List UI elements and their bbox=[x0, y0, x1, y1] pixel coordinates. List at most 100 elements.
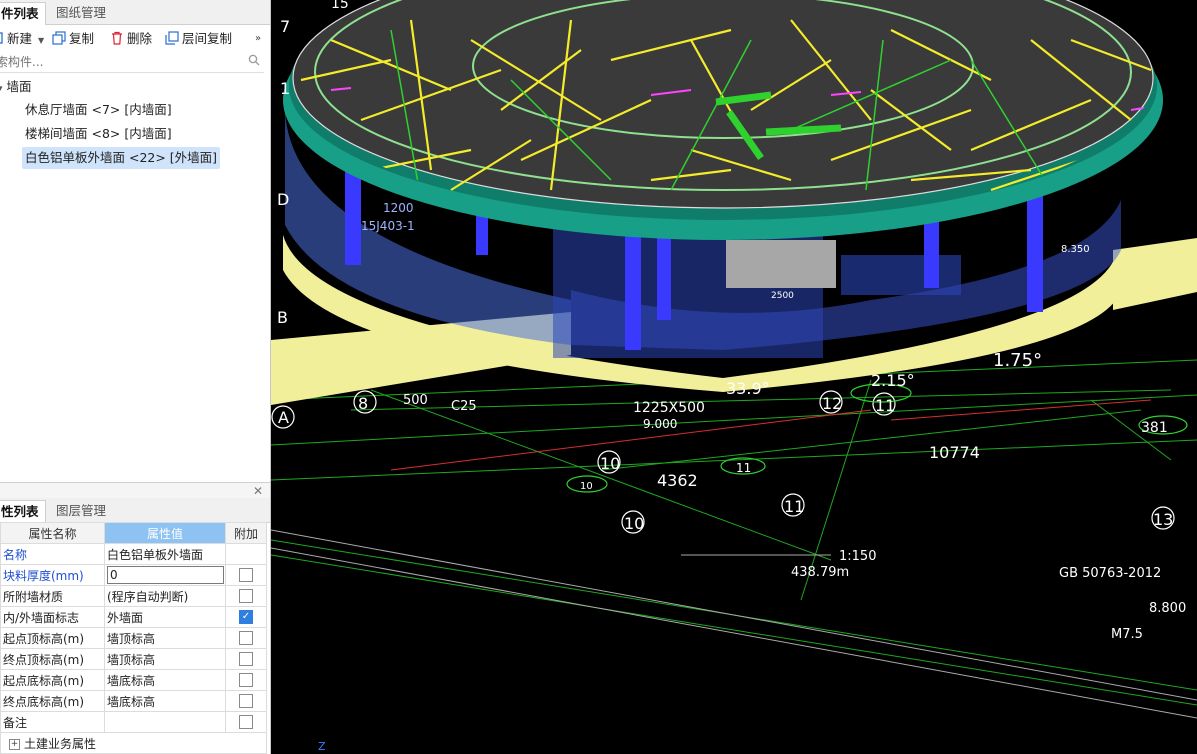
axis-label: D bbox=[277, 190, 289, 209]
tab-property-list[interactable]: 性列表 bbox=[0, 500, 46, 523]
dim-text: 15J403-1 bbox=[361, 219, 415, 233]
extra-checkbox[interactable] bbox=[239, 673, 253, 688]
prop-name: 起点底标高(m) bbox=[0, 669, 105, 691]
axis-label: 1 bbox=[280, 79, 290, 98]
new-dropdown-icon[interactable]: ▼ bbox=[38, 36, 44, 45]
table-row: 终点底标高(m) 墙底标高 bbox=[0, 690, 267, 712]
dim-text: GB 50763-2012 bbox=[1059, 566, 1161, 581]
copy-label: 复制 bbox=[69, 31, 95, 46]
dim-text: 1.75° bbox=[993, 350, 1042, 371]
prop-name: 名称 bbox=[0, 543, 105, 565]
collapse-icon[interactable]: ▾ bbox=[0, 84, 3, 94]
table-row: 名称 白色铝单板外墙面 bbox=[0, 543, 267, 565]
delete-label: 删除 bbox=[127, 31, 153, 46]
search-icon[interactable] bbox=[248, 54, 260, 66]
prop-extra-cell bbox=[225, 543, 267, 565]
tree-root-wall-surface[interactable]: ▾ 墙面 bbox=[0, 78, 32, 96]
cad-red-lines bbox=[390, 399, 1152, 471]
delete-button[interactable]: 删除 bbox=[110, 29, 152, 49]
table-row: 内/外墙面标志 外墙面 ✓ bbox=[0, 606, 267, 628]
new-button[interactable]: 新建 ▼ bbox=[0, 29, 44, 49]
thickness-input[interactable]: 0 bbox=[107, 566, 224, 584]
extra-checkbox[interactable] bbox=[239, 694, 253, 709]
prop-name: 终点底标高(m) bbox=[0, 690, 105, 712]
dim-text: 1:150 bbox=[839, 549, 876, 564]
table-row: 终点顶标高(m) 墙顶标高 bbox=[0, 648, 267, 670]
tab-drawing-management[interactable]: 图纸管理 bbox=[50, 2, 112, 24]
dim-text: 10774 bbox=[929, 443, 980, 462]
prop-group-row[interactable]: + 土建业务属性 bbox=[0, 732, 267, 754]
property-grid: 属性名称 属性值 附加 名称 白色铝单板外墙面 块料厚度(mm) 0 所附墙材质… bbox=[0, 522, 267, 754]
prop-name: 起点顶标高(m) bbox=[0, 627, 105, 649]
bubble-label: 11 bbox=[784, 497, 804, 516]
dim-text: M7.5 bbox=[1111, 627, 1143, 642]
axis-label: 7 bbox=[280, 17, 290, 36]
tab-component-list[interactable]: 件列表 bbox=[0, 2, 46, 25]
new-icon bbox=[0, 31, 4, 45]
tab-layer-management[interactable]: 图层管理 bbox=[50, 500, 112, 522]
extra-checkbox[interactable] bbox=[239, 652, 253, 667]
bubble-label: 12 bbox=[822, 394, 842, 413]
axis-label: B bbox=[277, 308, 288, 327]
prop-extra-cell bbox=[225, 564, 267, 586]
prop-extra-cell bbox=[225, 711, 267, 733]
prop-value[interactable]: 墙顶标高 bbox=[104, 627, 226, 649]
prop-extra-cell bbox=[225, 669, 267, 691]
axis-label: A bbox=[278, 408, 289, 427]
dim-text: 2.15° bbox=[871, 371, 915, 390]
extra-checkbox[interactable] bbox=[239, 631, 253, 646]
prop-value[interactable]: 墙底标高 bbox=[104, 690, 226, 712]
bubble-label: 10 bbox=[600, 454, 620, 473]
floor-copy-button[interactable]: 层间复制 bbox=[165, 29, 232, 49]
table-row: 起点顶标高(m) 墙顶标高 bbox=[0, 627, 267, 649]
dim-text: 8.350 bbox=[1061, 244, 1090, 255]
copy-icon bbox=[52, 31, 66, 45]
prop-value[interactable] bbox=[104, 711, 226, 733]
prop-group-label: 土建业务属性 bbox=[24, 736, 97, 751]
extra-checkbox[interactable] bbox=[239, 568, 253, 583]
prop-value[interactable]: 墙底标高 bbox=[104, 669, 226, 691]
header-property-name: 属性名称 bbox=[0, 522, 105, 544]
copy-button[interactable]: 复制 bbox=[52, 29, 94, 49]
table-row: 备注 bbox=[0, 711, 267, 733]
prop-value[interactable]: (程序自动判断) bbox=[104, 585, 226, 607]
prop-extra-cell bbox=[225, 690, 267, 712]
component-toolbar: 新建 ▼ 复制 删除 层间复制 » bbox=[0, 27, 270, 51]
3d-viewport[interactable]: 8 12 11 10 11 10 10 11 13 33.9° 2.15° 1.… bbox=[271, 0, 1197, 754]
dim-text: C25 bbox=[451, 399, 477, 414]
table-row: 起点底标高(m) 墙底标高 bbox=[0, 669, 267, 691]
tree-item-selected[interactable]: 白色铝单板外墙面 <22> [外墙面] bbox=[22, 147, 221, 169]
prop-value[interactable]: 外墙面 bbox=[104, 606, 226, 628]
trash-icon bbox=[110, 31, 124, 45]
bubble-label: 11 bbox=[736, 461, 751, 475]
model-canvas[interactable]: 8 12 11 10 11 10 10 11 13 33.9° 2.15° 1.… bbox=[271, 0, 1197, 754]
dim-text: 9.000 bbox=[643, 417, 677, 431]
tree-item[interactable]: 楼梯间墙面 <8> [内墙面] bbox=[22, 123, 175, 145]
prop-name: 块料厚度(mm) bbox=[0, 564, 105, 586]
bubble-labels: 8 12 11 10 11 10 10 11 13 bbox=[358, 394, 1173, 533]
header-extra: 附加 bbox=[225, 522, 267, 544]
bubble-label: 8 bbox=[358, 394, 368, 413]
prop-value[interactable]: 墙顶标高 bbox=[104, 648, 226, 670]
prop-name: 所附墙材质 bbox=[0, 585, 105, 607]
axis-label: Z bbox=[318, 740, 326, 753]
prop-name: 内/外墙面标志 bbox=[0, 606, 105, 628]
extra-checkbox[interactable] bbox=[239, 589, 253, 604]
extra-checkbox[interactable] bbox=[239, 715, 253, 730]
search-input[interactable] bbox=[0, 53, 248, 71]
bubble-label: 11 bbox=[875, 396, 895, 415]
component-panel: 件列表 图纸管理 新建 ▼ 复制 删除 层间复制 » ▾ 墙面 休息厅墙面 <7… bbox=[0, 0, 271, 754]
dim-text: 500 bbox=[403, 393, 428, 408]
top-tab-bar: 件列表 图纸管理 bbox=[0, 0, 270, 25]
prop-extra-cell bbox=[225, 648, 267, 670]
prop-extra-cell: ✓ bbox=[225, 606, 267, 628]
more-tools-icon[interactable]: » bbox=[255, 29, 261, 49]
close-icon[interactable]: ✕ bbox=[253, 484, 263, 498]
expand-icon[interactable]: + bbox=[9, 738, 20, 750]
tree-item[interactable]: 休息厅墙面 <7> [内墙面] bbox=[22, 99, 175, 121]
header-property-value: 属性值 bbox=[104, 522, 226, 544]
table-row: 块料厚度(mm) 0 bbox=[0, 564, 267, 586]
prop-value[interactable]: 白色铝单板外墙面 bbox=[104, 543, 226, 565]
prop-name: 备注 bbox=[0, 711, 105, 733]
extra-checkbox-checked[interactable]: ✓ bbox=[239, 610, 253, 625]
